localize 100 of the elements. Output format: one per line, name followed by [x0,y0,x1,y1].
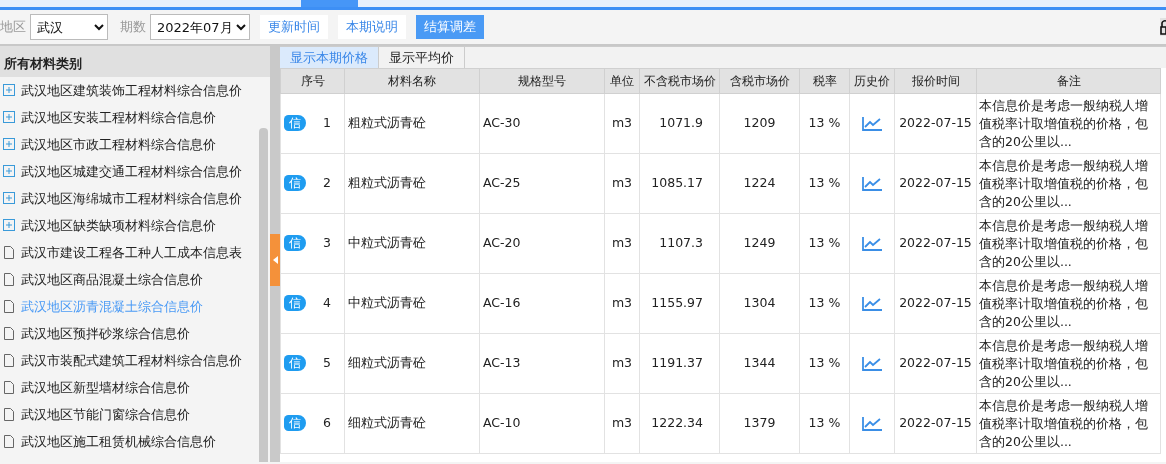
sidebar-item[interactable]: 武汉地区缺类缺项材料综合信息价 [21,215,216,236]
date-cell: 2022-07-15 [899,355,972,371]
line-chart-icon[interactable] [862,116,882,131]
tax-rate-cell: 13 % [808,415,841,431]
spec-cell: AC-16 [483,295,521,311]
expand-plus-icon[interactable] [3,192,15,205]
date-cell: 2022-07-15 [899,175,972,191]
lock-icon[interactable] [1160,18,1166,36]
toolbar-button[interactable]: 本期说明 [338,15,406,39]
line-chart-icon[interactable] [862,236,882,251]
unit-cell: m3 [611,115,633,131]
date-cell: 2022-07-15 [899,415,972,431]
column-header[interactable]: 序号 [280,68,345,94]
row-number: 6 [323,415,331,431]
unit-cell: m3 [611,295,633,311]
scrollbar-thumb[interactable] [259,128,268,462]
expand-plus-icon[interactable] [3,219,15,232]
sidebar-item[interactable]: 武汉地区新型墙材综合信息价 [21,377,190,398]
info-badge: 信 [284,415,306,432]
unit-cell: m3 [611,355,633,371]
tax-rate-cell: 13 % [808,355,841,371]
note-text: 本信息价是考虑一般纳税人增值税率计取增值税的价格，包含的20公里以... [979,157,1148,209]
price-cell: 1071.9 [659,115,703,131]
material-name: 中粒式沥青砼 [348,235,426,251]
material-name: 粗粒式沥青砼 [348,115,426,131]
price-cell: 1209 [743,115,776,131]
unit-cell: m3 [611,175,633,191]
price-cell: 1344 [743,355,776,371]
period-select[interactable]: 2022年07月 [150,14,250,40]
toolbar-button[interactable]: 更新时间 [260,15,328,39]
tax-rate-cell: 13 % [808,235,841,251]
column-header[interactable]: 历史价 [849,68,895,94]
period-label: 期数 [120,17,146,36]
document-icon[interactable] [3,300,15,313]
info-badge: 信 [284,115,306,132]
material-name: 细粒式沥青砼 [348,355,426,371]
sidebar-item[interactable]: 武汉地区建筑装饰工程材料综合信息价 [21,80,242,101]
sidebar-item[interactable]: 武汉地区市政工程材料综合信息价 [21,134,216,155]
info-badge: 信 [284,355,306,372]
date-cell: 2022-07-15 [899,295,972,311]
document-icon[interactable] [3,354,15,367]
document-icon[interactable] [3,327,15,340]
column-header[interactable]: 税率 [799,68,850,94]
price-cell: 1379 [743,415,776,431]
sidebar-item[interactable]: 武汉地区安装工程材料综合信息价 [21,107,216,128]
column-header[interactable]: 不含税市场价 [639,68,720,94]
collapse-handle[interactable] [270,234,280,286]
column-header[interactable]: 规格型号 [479,68,605,94]
sidebar-item[interactable]: 武汉地区施工租赁机械综合信息价 [21,431,216,452]
price-cell: 1085.17 [651,175,703,191]
expand-plus-icon[interactable] [3,165,15,178]
material-name: 中粒式沥青砼 [348,295,426,311]
sidebar-item[interactable]: 武汉市建设工程各工种人工成本信息表 [21,242,242,263]
unit-cell: m3 [611,235,633,251]
column-header[interactable]: 材料名称 [344,68,480,94]
note-text: 本信息价是考虑一般纳税人增值税率计取增值税的价格，包含的20公里以... [979,397,1148,449]
document-icon[interactable] [3,381,15,394]
line-chart-icon[interactable] [862,356,882,371]
column-header[interactable]: 单位 [604,68,640,94]
collapse-arrow-icon [272,256,278,264]
price-cell: 1224 [743,175,776,191]
unit-cell: m3 [611,415,633,431]
date-cell: 2022-07-15 [899,115,972,131]
note-text: 本信息价是考虑一般纳税人增值税率计取增值税的价格，包含的20公里以... [979,277,1148,329]
column-header[interactable]: 含税市场价 [719,68,800,94]
document-icon[interactable] [3,246,15,259]
region-select[interactable]: 武汉 [30,14,108,40]
info-badge: 信 [284,235,306,252]
spec-cell: AC-13 [483,355,521,371]
expand-plus-icon[interactable] [3,111,15,124]
document-icon[interactable] [3,435,15,448]
line-chart-icon[interactable] [862,296,882,311]
column-header[interactable]: 备注 [976,68,1161,94]
line-chart-icon[interactable] [862,176,882,191]
row-number: 3 [323,235,331,251]
sidebar-item[interactable]: 武汉市装配式建筑工程材料综合信息价 [21,350,242,371]
sidebar-item[interactable]: 武汉地区商品混凝土综合信息价 [21,269,203,290]
sidebar-item[interactable]: 武汉地区海绵城市工程材料综合信息价 [21,188,242,209]
column-header[interactable]: 报价时间 [894,68,977,94]
spec-cell: AC-20 [483,235,521,251]
row-number: 1 [323,115,331,131]
document-icon[interactable] [3,408,15,421]
tax-rate-cell: 13 % [808,115,841,131]
sidebar-item[interactable]: 武汉地区节能门窗综合信息价 [21,404,190,425]
expand-plus-icon[interactable] [3,138,15,151]
price-cell: 1249 [743,235,776,251]
sidebar-item[interactable]: 武汉地区预拌砂浆综合信息价 [21,323,190,344]
spec-cell: AC-25 [483,175,521,191]
document-icon[interactable] [3,273,15,286]
line-chart-icon[interactable] [862,416,882,431]
price-cell: 1107.3 [659,235,703,251]
price-cell: 1222.34 [651,415,703,431]
spec-cell: AC-10 [483,415,521,431]
date-cell: 2022-07-15 [899,235,972,251]
expand-plus-icon[interactable] [3,84,15,97]
sidebar-item[interactable]: 武汉地区城建交通工程材料综合信息价 [21,161,242,182]
note-text: 本信息价是考虑一般纳税人增值税率计取增值税的价格，包含的20公里以... [979,97,1148,149]
info-badge: 信 [284,295,306,312]
note-text: 本信息价是考虑一般纳税人增值税率计取增值税的价格，包含的20公里以... [979,337,1148,389]
row-number: 4 [323,295,331,311]
